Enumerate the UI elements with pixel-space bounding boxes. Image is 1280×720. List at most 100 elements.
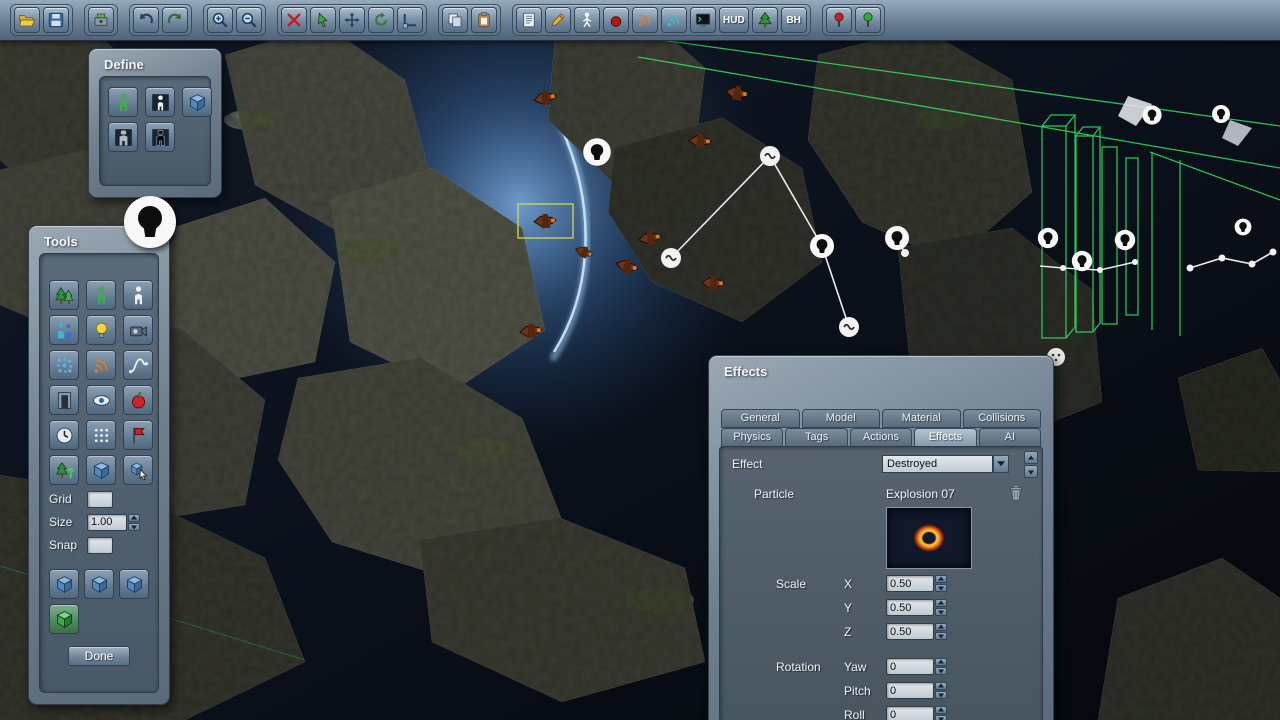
marker-green-button[interactable] xyxy=(855,7,881,33)
save-button[interactable] xyxy=(43,7,69,33)
signal-tool-button[interactable] xyxy=(86,350,116,380)
object-select-tool-button[interactable] xyxy=(123,455,153,485)
scale-y-down-button[interactable] xyxy=(935,608,947,616)
cube-large-button[interactable] xyxy=(119,569,149,599)
move-button[interactable] xyxy=(339,7,365,33)
characters-tool-button[interactable] xyxy=(49,315,79,345)
align-button[interactable] xyxy=(397,7,423,33)
selected-light-entity-icon[interactable] xyxy=(118,190,182,254)
scroll-up-button[interactable] xyxy=(1024,451,1038,464)
rotation-roll-input[interactable] xyxy=(886,706,934,720)
delete-particle-button[interactable] xyxy=(1007,484,1025,502)
scale-x-down-button[interactable] xyxy=(935,584,947,592)
roll-down-button[interactable] xyxy=(935,715,947,720)
yaw-up-button[interactable] xyxy=(935,658,947,666)
hud-button[interactable]: HUD xyxy=(719,7,749,33)
rotation-pitch-input[interactable] xyxy=(886,682,934,699)
camera-tool-button[interactable] xyxy=(123,315,153,345)
item-tool-button[interactable] xyxy=(123,385,153,415)
rotate-button[interactable] xyxy=(368,7,394,33)
path-tool-button[interactable] xyxy=(123,350,153,380)
tab-effects[interactable]: Effects xyxy=(914,428,976,447)
scroll-down-button[interactable] xyxy=(1024,465,1038,478)
tab-actions[interactable]: Actions xyxy=(850,428,912,447)
grid-checkbox-field[interactable] xyxy=(87,491,113,508)
scale-z-input[interactable] xyxy=(886,623,934,640)
portal-tool-button[interactable] xyxy=(49,385,79,415)
clock-icon xyxy=(54,425,75,446)
tab-material[interactable]: Material xyxy=(882,409,961,428)
yaw-down-button[interactable] xyxy=(935,667,947,675)
cube-medium-button[interactable] xyxy=(84,569,114,599)
tab-tags[interactable]: Tags xyxy=(785,428,847,447)
edit-button[interactable] xyxy=(545,7,571,33)
history-group xyxy=(129,4,192,36)
copy-button[interactable] xyxy=(442,7,468,33)
effect-dropdown-arrow[interactable] xyxy=(993,455,1009,473)
delete-button[interactable] xyxy=(281,7,307,33)
size-up-button[interactable] xyxy=(128,514,140,522)
scale-x-input[interactable] xyxy=(886,575,934,592)
zoom-in-button[interactable] xyxy=(207,7,233,33)
tab-model[interactable]: Model xyxy=(802,409,881,428)
size-input[interactable] xyxy=(87,514,127,531)
timer-tool-button[interactable] xyxy=(49,420,79,450)
define-object-button[interactable] xyxy=(182,87,212,117)
trees-tool-button[interactable] xyxy=(49,280,79,310)
sound-button[interactable] xyxy=(661,7,687,33)
scale-z-up-button[interactable] xyxy=(935,623,947,631)
build-button[interactable] xyxy=(88,7,114,33)
marker-red-button[interactable] xyxy=(826,7,852,33)
undo-button[interactable] xyxy=(133,7,159,33)
snap-checkbox-field[interactable] xyxy=(87,537,113,554)
vegetation-tool-button[interactable] xyxy=(49,455,79,485)
eye-tool-button[interactable] xyxy=(86,385,116,415)
player-tool-button[interactable] xyxy=(123,280,153,310)
pitch-up-button[interactable] xyxy=(935,682,947,690)
flag-tool-button[interactable] xyxy=(123,420,153,450)
pitch-down-button[interactable] xyxy=(935,691,947,699)
define-suit-button[interactable] xyxy=(145,122,175,152)
bh-button[interactable]: BH xyxy=(781,7,807,33)
sound-icon xyxy=(665,11,683,29)
effects-panel-title[interactable]: Effects xyxy=(709,356,1053,379)
rotation-yaw-input[interactable] xyxy=(886,658,934,675)
script-button[interactable] xyxy=(516,7,542,33)
define-panel-title[interactable]: Define xyxy=(89,49,221,72)
tab-physics[interactable]: Physics xyxy=(721,428,783,447)
tab-general[interactable]: General xyxy=(721,409,800,428)
scale-z-down-button[interactable] xyxy=(935,632,947,640)
zoom-out-icon xyxy=(240,11,258,29)
particles-tool-button[interactable] xyxy=(49,350,79,380)
open-button[interactable] xyxy=(14,7,40,33)
scale-x-up-button[interactable] xyxy=(935,575,947,583)
particle-preview[interactable] xyxy=(886,507,972,569)
light-tool-button[interactable] xyxy=(86,315,116,345)
scale-y-input[interactable] xyxy=(886,599,934,616)
define-player-button[interactable] xyxy=(145,87,175,117)
define-npc-button[interactable] xyxy=(108,87,138,117)
effect-dropdown[interactable]: Destroyed xyxy=(882,455,1009,473)
npc-tool-button[interactable] xyxy=(86,280,116,310)
scale-y-up-button[interactable] xyxy=(935,599,947,607)
select-button[interactable] xyxy=(310,7,336,33)
console-button[interactable] xyxy=(690,7,716,33)
explosive-button[interactable] xyxy=(603,7,629,33)
define-armor-button[interactable] xyxy=(108,122,138,152)
character-button[interactable] xyxy=(574,7,600,33)
done-button[interactable]: Done xyxy=(68,646,130,666)
vegetation-button[interactable] xyxy=(752,7,778,33)
paste-button[interactable] xyxy=(471,7,497,33)
cube-tool-button[interactable] xyxy=(86,455,116,485)
redo-button[interactable] xyxy=(162,7,188,33)
zoom-out-button[interactable] xyxy=(236,7,262,33)
green-cube-button[interactable] xyxy=(49,604,79,634)
clipboard-group xyxy=(438,4,501,36)
tab-ai[interactable]: AI xyxy=(979,428,1041,447)
size-down-button[interactable] xyxy=(128,523,140,531)
cube-small-button[interactable] xyxy=(49,569,79,599)
points-tool-button[interactable] xyxy=(86,420,116,450)
tab-collisions[interactable]: Collisions xyxy=(963,409,1042,428)
roll-up-button[interactable] xyxy=(935,706,947,714)
signal-button[interactable] xyxy=(632,7,658,33)
